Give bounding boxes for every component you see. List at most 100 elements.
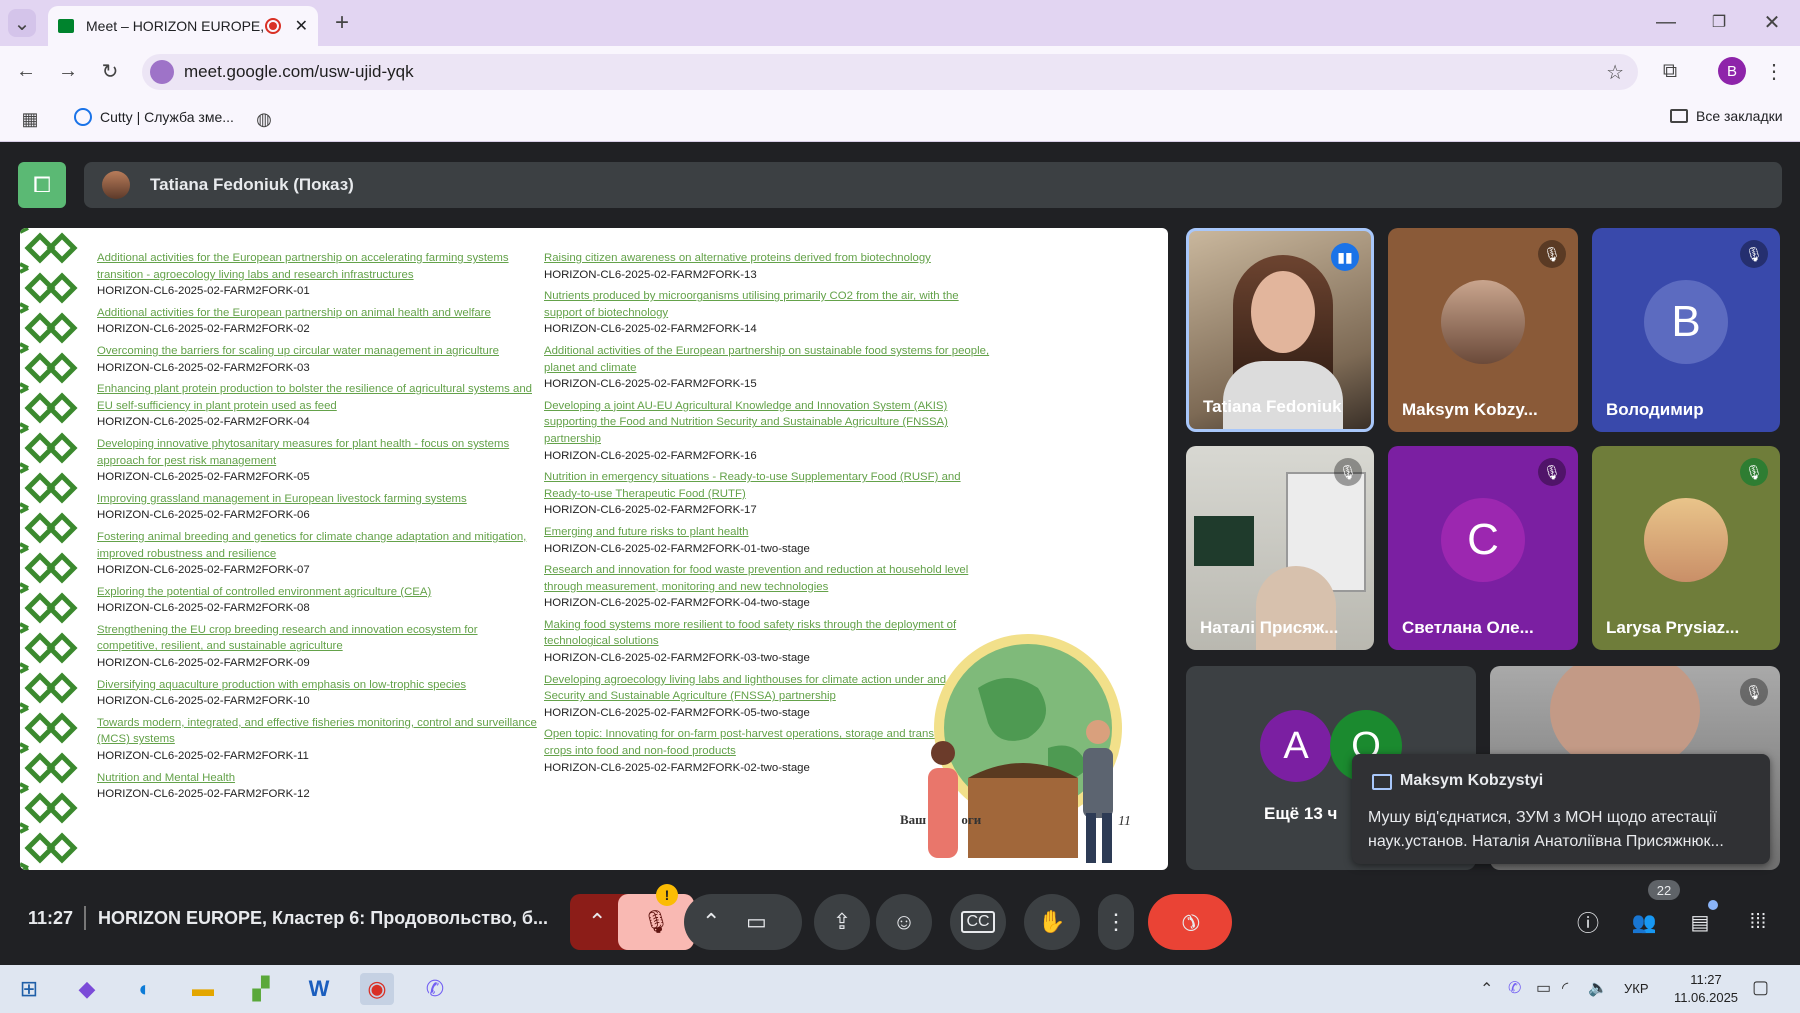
topic-title-link[interactable]: Overcoming the barriers for scaling up c… [97, 343, 537, 360]
profile-avatar[interactable]: B [1718, 57, 1746, 85]
back-icon[interactable]: ← [12, 57, 40, 85]
ornament-border-icon [20, 228, 82, 870]
topic-title-link[interactable]: Research and innovation for food waste p… [544, 562, 999, 595]
edge-icon[interactable]: ◐ [128, 973, 162, 1005]
topic-code: HORIZON-CL6-2025-02-FARM2FORK-02 [97, 323, 310, 336]
topic-title-link[interactable]: Diversifying aquaculture production with… [97, 677, 537, 694]
topic-code: HORIZON-CL6-2025-02-FARM2FORK-16 [544, 449, 757, 462]
all-bookmarks-label: Все закладки [1696, 108, 1783, 124]
topic-title-link[interactable]: Additional activities for the European p… [97, 250, 537, 283]
tab-search-icon[interactable]: ⌄ [8, 9, 36, 37]
camera-icon[interactable]: ▭ [746, 909, 767, 935]
wifi-icon[interactable]: ◜ [1562, 978, 1568, 998]
camera-control[interactable]: ⌃ ▭ [684, 894, 802, 950]
reactions-button[interactable]: ☺ [876, 894, 932, 950]
participant-name: Наталі Присяж... [1200, 618, 1339, 637]
keyboard-language[interactable]: УКР [1624, 981, 1649, 996]
more-vert-icon: ⋮ [1105, 909, 1127, 934]
presenter-avatar [102, 171, 130, 199]
topic-code: HORIZON-CL6-2025-02-FARM2FORK-04-two-sta… [544, 597, 810, 610]
browser-tab-meet[interactable]: Meet – HORIZON EUROPE, ✕ [48, 6, 318, 46]
topic-title-link[interactable]: Developing a joint AU-EU Agricultural Kn… [544, 398, 999, 448]
participant-tile-natali[interactable]: 🎙 Наталі Присяж... [1186, 446, 1374, 650]
participant-avatar [1441, 280, 1525, 364]
topic-title-link[interactable]: Towards modern, integrated, and effectiv… [97, 715, 537, 748]
participant-tile-maksym[interactable]: 🎙 Maksym Kobzy... [1388, 228, 1578, 432]
topic-title-link[interactable]: Nutrition and Mental Health [97, 770, 537, 787]
bookmark-star-icon[interactable]: ☆ [1606, 60, 1624, 85]
more-options-button[interactable]: ⋮ [1098, 894, 1134, 950]
copilot-icon[interactable]: ◆ [70, 973, 104, 1005]
topic-code: HORIZON-CL6-2025-02-FARM2FORK-08 [97, 602, 310, 615]
participant-tile-volodymyr[interactable]: B 🎙 Володимир [1592, 228, 1780, 432]
extensions-icon[interactable]: ⧉ [1656, 57, 1684, 85]
hand-icon: ✋ [1038, 909, 1066, 934]
minimize-icon[interactable]: — [1652, 8, 1680, 36]
captions-button[interactable]: CC [950, 894, 1006, 950]
chat-sender: Maksym Kobzystyi [1400, 772, 1544, 789]
participant-tile-larysa[interactable]: 🎙 Larysa Prysiaz... [1592, 446, 1780, 650]
chrome-icon[interactable]: ◉ [360, 973, 394, 1005]
topic-title-link[interactable]: Developing innovative phytosanitary meas… [97, 436, 537, 469]
clock-date: 11.06.2025 [1673, 990, 1739, 1005]
bookmark-cutty[interactable]: Cutty | Служба зме... [74, 108, 234, 126]
leave-call-button[interactable]: ✆ [1148, 894, 1232, 950]
mic-off-icon[interactable]: 🎙 [618, 894, 694, 950]
notifications-icon[interactable]: ▢ [1752, 977, 1769, 998]
mic-options-chevron-icon[interactable]: ⌃ [588, 909, 606, 935]
meeting-info-icon[interactable]: ⓘ [1574, 908, 1602, 936]
restore-icon[interactable]: ❐ [1705, 8, 1733, 36]
raise-hand-button[interactable]: ✋ [1024, 894, 1080, 950]
forward-icon[interactable]: → [54, 57, 82, 85]
topic-title-link[interactable]: Nutrients produced by microorganisms uti… [544, 288, 999, 321]
participant-tile-svetlana[interactable]: С 🎙 Светлана Оле... [1388, 446, 1578, 650]
all-bookmarks[interactable]: Все закладки [1670, 108, 1783, 124]
apps-grid-icon[interactable]: ▦ [16, 105, 44, 133]
present-screen-button[interactable]: ⇪ [814, 894, 870, 950]
chat-bubble-icon [1372, 774, 1392, 790]
green-app-icon[interactable]: ▞ [244, 973, 278, 1005]
participant-avatar: С [1441, 498, 1525, 582]
topic-title-link[interactable]: Additional activities for the European p… [97, 305, 537, 322]
browser-menu-icon[interactable]: ⋮ [1760, 57, 1788, 85]
topic-title-link[interactable]: Fostering animal breeding and genetics f… [97, 529, 537, 562]
volume-icon[interactable]: 🔈 [1588, 978, 1608, 998]
tab-close-icon[interactable]: ✕ [295, 16, 308, 36]
topic-title-link[interactable]: Improving grassland management in Europe… [97, 491, 537, 508]
topic-title-link[interactable]: Additional activities of the European pa… [544, 343, 999, 376]
clock[interactable]: 11:27 11.06.2025 [1666, 971, 1746, 1007]
tray-chevron-icon[interactable]: ⌃ [1480, 979, 1493, 999]
chat-notification[interactable]: Maksym Kobzystyi Мушу від'єднатися, ЗУМ … [1352, 754, 1770, 864]
omnibox[interactable]: meet.google.com/usw-ujid-yqk ☆ [142, 54, 1638, 90]
windows-start-icon[interactable]: ⊞ [12, 973, 46, 1005]
word-icon[interactable]: W [302, 973, 336, 1005]
chat-message: Мушу від'єднатися, ЗУМ з МОН щодо атеста… [1368, 809, 1724, 850]
tray-viber-icon[interactable]: ✆ [1508, 978, 1521, 998]
globe-illustration-icon [928, 634, 1122, 863]
topic-code: HORIZON-CL6-2025-02-FARM2FORK-03 [97, 361, 310, 374]
activities-grid-icon[interactable]: ⁞⁞⁞ [1744, 908, 1772, 936]
new-tab-button[interactable]: + [328, 9, 356, 37]
battery-icon[interactable]: ▭ [1536, 978, 1551, 998]
viber-icon[interactable]: ✆ [418, 973, 452, 1005]
meet-favicon-icon [58, 19, 74, 33]
topic-title-link[interactable]: Nutrition in emergency situations - Read… [544, 469, 999, 502]
topic-title-link[interactable]: Strengthening the EU crop breeding resea… [97, 622, 537, 655]
present-layout-icon[interactable]: ⧠ [18, 162, 66, 208]
reload-icon[interactable]: ↻ [96, 57, 124, 85]
globe-icon[interactable]: ◍ [250, 105, 278, 133]
mic-control[interactable]: ⌃ 🎙 ! [570, 884, 694, 950]
people-icon[interactable]: 👥 [1630, 908, 1658, 936]
site-info-icon[interactable] [150, 60, 174, 84]
chat-icon[interactable]: ▤ [1686, 908, 1714, 936]
topic-title-link[interactable]: Enhancing plant protein production to bo… [97, 381, 537, 414]
close-window-icon[interactable]: ✕ [1758, 8, 1786, 36]
topic-title-link[interactable]: Exploring the potential of controlled en… [97, 584, 537, 601]
topic-code: HORIZON-CL6-2025-02-FARM2FORK-10 [97, 695, 310, 708]
mic-muted-icon: 🎙 [1740, 458, 1768, 486]
file-explorer-icon[interactable]: ▬ [186, 973, 220, 1005]
participant-tile-tatiana[interactable]: ▮▮ Tatiana Fedoniuk [1186, 228, 1374, 432]
camera-options-chevron-icon[interactable]: ⌃ [702, 909, 720, 935]
topic-title-link[interactable]: Raising citizen awareness on alternative… [544, 250, 999, 267]
topic-title-link[interactable]: Emerging and future risks to plant healt… [544, 524, 999, 541]
